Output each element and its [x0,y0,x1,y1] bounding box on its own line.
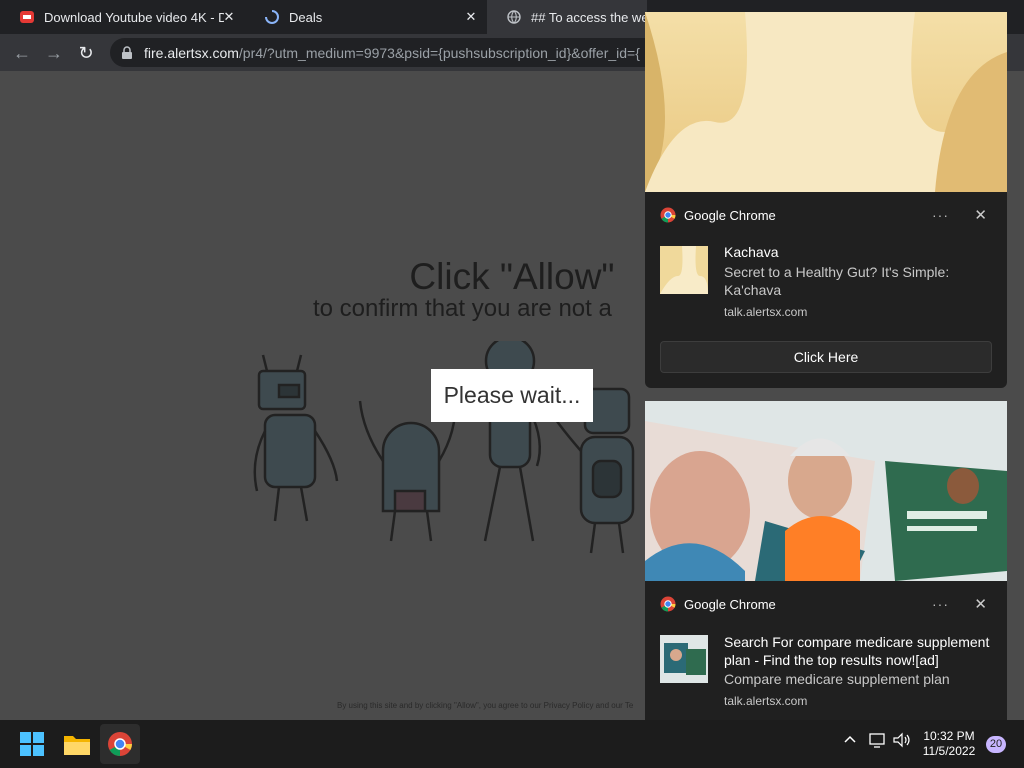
page-subline: to confirm that you are not a [313,295,612,322]
tab-label: Deals [289,9,323,25]
click-here-button[interactable]: Click Here [660,341,992,373]
notification-thumbnail [660,246,708,294]
google-chrome-icon[interactable] [100,724,140,764]
notification-title: Search For compare medicare supplement p… [724,634,990,668]
chrome-notification-kachava[interactable]: Google Chrome ··· ✕ Kachava Secret to a … [645,12,1007,388]
url-text: fire.alertsx.com/pr4/?utm_medium=9973&ps… [144,45,640,61]
url-path: /pr4/?utm_medium=9973&psid={pushsubscrip… [238,44,640,61]
taskbar: 10:32 PM 11/5/2022 [0,720,1024,768]
windows-start-icon[interactable] [12,724,52,764]
clock-date: 11/5/2022 [922,744,976,758]
chrome-notification-medicare[interactable]: Google Chrome ··· ✕ Search For compare m… [645,401,1007,720]
clock-time: 10:32 PM [923,729,975,743]
youtube-download-icon [20,10,34,24]
notification-thumbnail [660,635,708,683]
notification-body: Compare medicare supplement plan [724,671,950,687]
google-chrome-icon [660,207,676,223]
volume-icon[interactable] [893,732,911,751]
close-tab-icon[interactable]: ✕ [463,9,479,25]
file-explorer-icon[interactable] [57,724,97,764]
forward-arrow-icon[interactable]: → [41,40,67,66]
notification-site: talk.alertsx.com [724,694,808,708]
more-options-icon[interactable]: ··· [932,207,949,223]
notification-hero-image [645,12,1007,192]
notification-count-badge[interactable]: 20 [986,736,1006,753]
notification-app-name: Google Chrome [684,207,776,223]
tab-access-website[interactable]: ## To access the website [487,0,647,34]
notification-body: Secret to a Healthy Gut? It's Simple: Ka… [724,264,950,298]
close-icon[interactable]: ✕ [974,595,987,613]
tab-label: ## To access the website [531,9,647,25]
tab-label: Download Youtube video 4K - Dow [44,9,224,25]
url-domain: fire.alertsx.com [144,44,239,61]
notification-app-name: Google Chrome [684,596,776,612]
system-clock[interactable]: 10:32 PM 11/5/2022 [912,729,986,759]
reload-icon[interactable]: ↻ [73,40,99,66]
more-options-icon[interactable]: ··· [932,596,949,612]
notification-title: Kachava [724,244,779,260]
notification-hero-image [645,401,1007,581]
lock-icon [120,45,134,60]
google-chrome-icon [660,596,676,612]
tab-deals[interactable]: Deals ✕ [245,0,487,34]
back-arrow-icon[interactable]: ← [9,40,35,66]
notification-header: Google Chrome [660,596,776,612]
address-bar[interactable]: fire.alertsx.com/pr4/?utm_medium=9973&ps… [110,38,670,67]
notification-site: talk.alertsx.com [724,305,808,319]
notification-header: Google Chrome [660,207,776,223]
please-wait-box: Please wait... [431,369,593,422]
loading-icon [265,10,279,24]
globe-icon [507,10,521,24]
close-icon[interactable]: ✕ [974,206,987,224]
network-icon[interactable] [869,732,887,751]
close-tab-icon[interactable]: ✕ [221,9,237,25]
chevron-up-icon[interactable] [843,732,857,749]
footer-disclaimer: By using this site and by clicking "Allo… [337,701,634,710]
tab-youtube-download[interactable]: Download Youtube video 4K - Dow ✕ [0,0,245,34]
